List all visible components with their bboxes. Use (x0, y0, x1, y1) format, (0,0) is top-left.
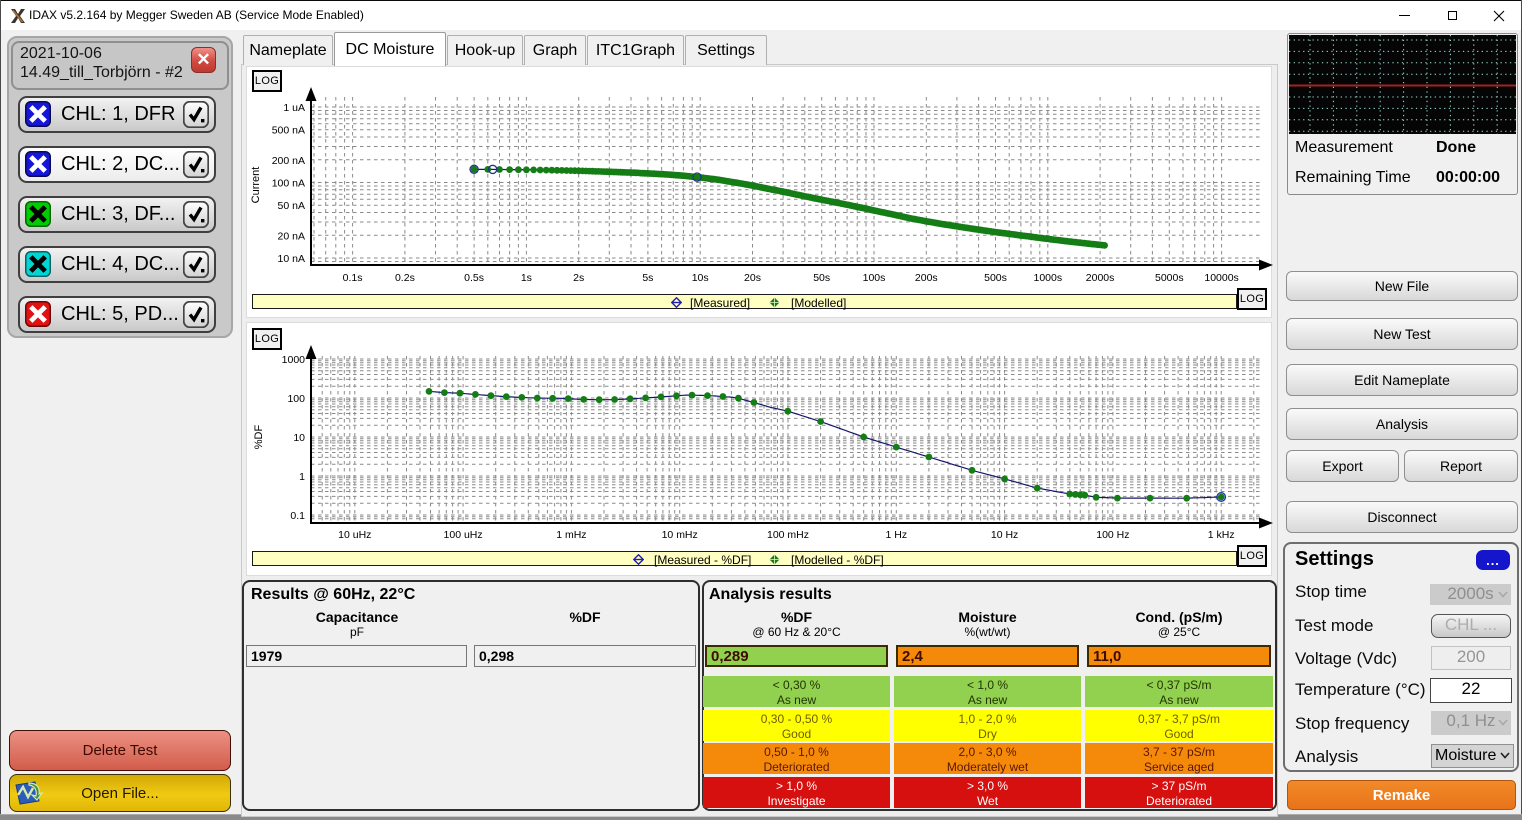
svg-text:0.1s: 0.1s (343, 272, 363, 284)
svg-text:2000s: 2000s (1086, 272, 1115, 284)
svg-text:100 mHz: 100 mHz (767, 529, 809, 541)
svg-text:10 nA: 10 nA (278, 253, 305, 265)
svg-text:1 mHz: 1 mHz (556, 529, 586, 541)
svg-text:100 nA: 100 nA (272, 178, 305, 190)
svg-text:100: 100 (287, 393, 305, 405)
svg-text:1000s: 1000s (1033, 272, 1062, 284)
svg-text:1 kHz: 1 kHz (1208, 529, 1235, 541)
svg-text:5000s: 5000s (1155, 272, 1184, 284)
svg-text:10 uHz: 10 uHz (338, 529, 371, 541)
svg-text:100s: 100s (863, 272, 886, 284)
svg-text:1 uA: 1 uA (283, 102, 305, 114)
svg-text:50s: 50s (813, 272, 830, 284)
svg-text:1000: 1000 (282, 354, 306, 366)
svg-text:200 nA: 200 nA (272, 155, 305, 167)
svg-text:100 uHz: 100 uHz (444, 529, 483, 541)
svg-text:1 Hz: 1 Hz (886, 529, 908, 541)
svg-text:200s: 200s (915, 272, 938, 284)
svg-text:2s: 2s (573, 272, 584, 284)
svg-text:1: 1 (299, 471, 305, 483)
svg-text:1s: 1s (521, 272, 532, 284)
svg-text:0.1: 0.1 (290, 510, 305, 522)
svg-text:%DF: %DF (253, 425, 265, 450)
svg-text:0.5s: 0.5s (464, 272, 484, 284)
svg-text:20s: 20s (744, 272, 761, 284)
svg-text:500s: 500s (984, 272, 1007, 284)
svg-text:Current: Current (250, 167, 262, 204)
svg-text:10 mHz: 10 mHz (662, 529, 698, 541)
svg-text:500 nA: 500 nA (272, 125, 305, 137)
svg-text:10s: 10s (692, 272, 709, 284)
svg-text:10000s: 10000s (1204, 272, 1238, 284)
svg-text:10: 10 (293, 432, 305, 444)
svg-text:10 Hz: 10 Hz (991, 529, 1018, 541)
svg-text:5s: 5s (642, 272, 653, 284)
svg-text:100 Hz: 100 Hz (1096, 529, 1129, 541)
svg-text:50 nA: 50 nA (278, 200, 305, 212)
svg-text:0.2s: 0.2s (395, 272, 415, 284)
svg-text:20 nA: 20 nA (278, 230, 305, 242)
